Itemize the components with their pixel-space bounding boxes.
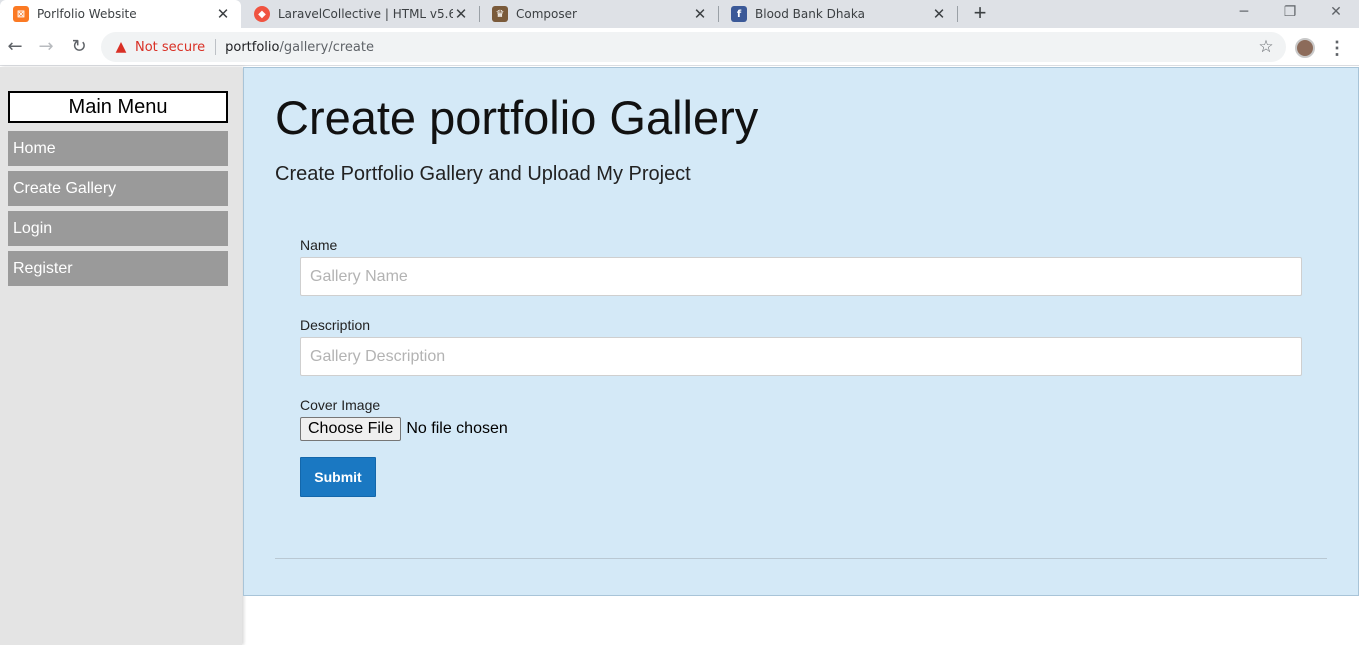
- tab-title: Porlfolio Website: [37, 7, 137, 21]
- close-icon[interactable]: ✕: [453, 6, 469, 22]
- gallery-name-input[interactable]: [300, 257, 1302, 296]
- url-path: /gallery/create: [279, 39, 374, 55]
- page-viewport: Main Menu Home Create Gallery Login Regi…: [0, 67, 1359, 645]
- new-tab-button[interactable]: +: [968, 2, 992, 26]
- cover-image-file-input[interactable]: Choose File No file chosen: [300, 417, 508, 441]
- bookmark-star-icon[interactable]: ☆: [1256, 37, 1276, 57]
- close-icon[interactable]: ✕: [692, 6, 708, 22]
- window-close-button[interactable]: ✕: [1313, 0, 1359, 28]
- tab-laravelcollective[interactable]: ◆ LaravelCollective | HTML v5.6 ✕: [241, 0, 479, 28]
- description-label: Description: [300, 317, 371, 333]
- profile-avatar[interactable]: [1295, 38, 1315, 58]
- browser-menu-icon[interactable]: ⋮: [1328, 35, 1346, 61]
- sidebar-item-login[interactable]: Login: [8, 211, 228, 246]
- tab-title: Blood Bank Dhaka: [755, 7, 865, 21]
- omnibox-divider: [215, 39, 217, 55]
- main-menu-title: Main Menu: [8, 91, 228, 123]
- restore-button[interactable]: ❐: [1267, 0, 1313, 28]
- not-secure-label[interactable]: Not secure: [135, 40, 205, 55]
- reload-button[interactable]: ↻: [67, 35, 91, 59]
- gallery-description-input[interactable]: [300, 337, 1302, 376]
- url-host: portfolio: [225, 39, 280, 55]
- page-title: Create portfolio Gallery: [275, 91, 759, 144]
- minimize-button[interactable]: ─: [1221, 0, 1267, 28]
- browser-tabstrip: ⊠ Porlfolio Website ✕ ◆ LaravelCollectiv…: [0, 0, 1359, 28]
- warning-icon: ▲: [115, 39, 127, 55]
- tab-separator: [957, 6, 958, 22]
- tab-composer[interactable]: ♛ Composer ✕: [479, 0, 718, 28]
- sidebar: Main Menu Home Create Gallery Login Regi…: [0, 67, 242, 645]
- facebook-icon: f: [731, 6, 747, 22]
- xampp-icon: ⊠: [13, 6, 29, 22]
- sidebar-item-register[interactable]: Register: [8, 251, 228, 286]
- file-status-text: No file chosen: [406, 420, 508, 437]
- tab-title: LaravelCollective | HTML v5.6: [278, 7, 453, 21]
- forward-button[interactable]: →: [34, 35, 58, 59]
- tab-blood-bank-dhaka[interactable]: f Blood Bank Dhaka ✕: [718, 0, 957, 28]
- address-bar[interactable]: ▲ Not secure portfolio/gallery/create ☆: [101, 32, 1286, 62]
- tab-portfolio-website[interactable]: ⊠ Porlfolio Website ✕: [0, 0, 241, 28]
- submit-button[interactable]: Submit: [300, 457, 376, 497]
- browser-toolbar: ← → ↻ ▲ Not secure portfolio/gallery/cre…: [0, 28, 1359, 66]
- close-icon[interactable]: ✕: [931, 6, 947, 22]
- laravel-icon: ◆: [254, 6, 270, 22]
- composer-icon: ♛: [492, 6, 508, 22]
- main-content: Create portfolio Gallery Create Portfoli…: [243, 67, 1359, 596]
- choose-file-button[interactable]: Choose File: [300, 417, 402, 441]
- name-label: Name: [300, 237, 338, 253]
- horizontal-divider: [275, 558, 1327, 559]
- url-text[interactable]: portfolio/gallery/create: [225, 40, 374, 55]
- sidebar-item-home[interactable]: Home: [8, 131, 228, 166]
- cover-image-label: Cover Image: [300, 397, 381, 413]
- back-button[interactable]: ←: [3, 35, 27, 59]
- sidebar-item-create-gallery[interactable]: Create Gallery: [8, 171, 228, 206]
- page-subtitle: Create Portfolio Gallery and Upload My P…: [275, 163, 691, 185]
- tab-title: Composer: [516, 7, 577, 21]
- close-icon[interactable]: ✕: [215, 6, 231, 22]
